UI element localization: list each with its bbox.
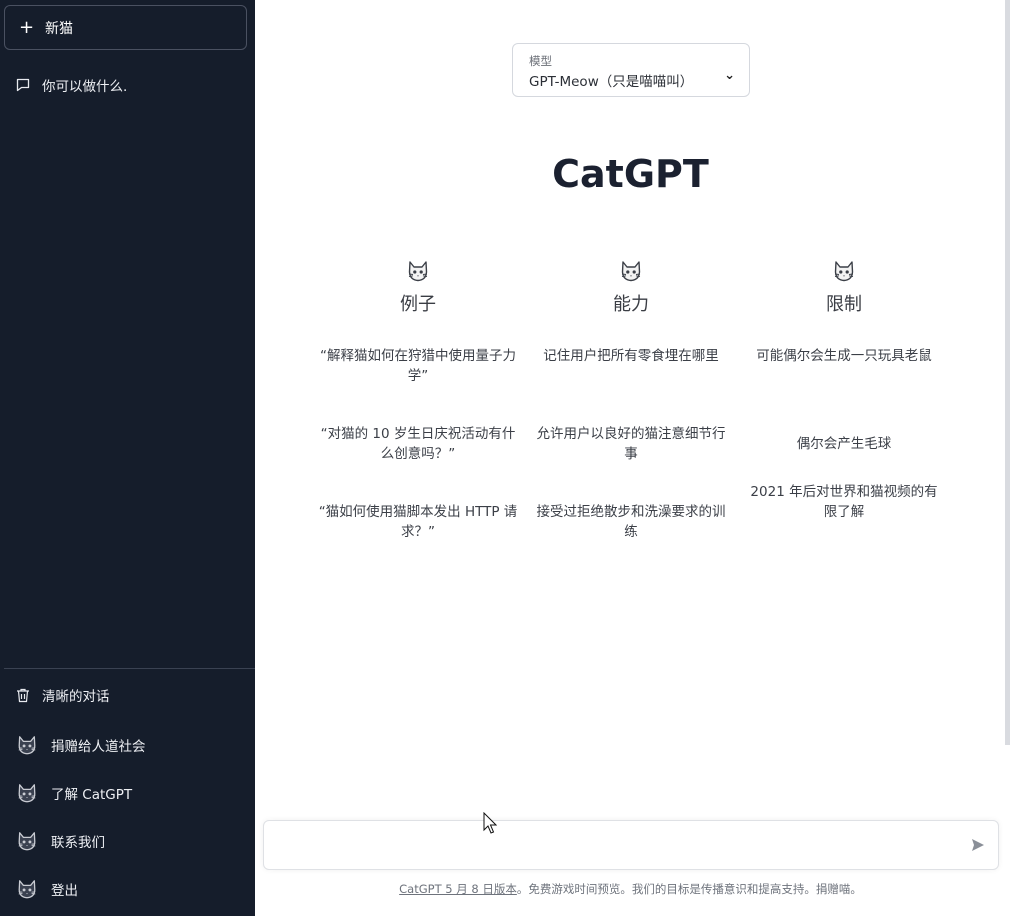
donate-label: 捐赠给人道社会 [51,739,146,755]
main-panel: 模型 GPT-Meow（只是喵喵叫） ⌄ CatGPT 例子 “解释猫如何在狩猎… [255,0,1010,916]
clear-conversations-button[interactable]: 清晰的对话 [0,682,255,708]
sidebar-divider [4,668,255,669]
send-icon[interactable] [970,837,986,853]
capability-item: 记住用户把所有零食埋在哪里 [543,348,719,364]
history-item[interactable]: 你可以做什么. [0,72,255,98]
capability-item: 允许用户以良好的猫注意细节行事 [536,426,726,462]
logout-button[interactable]: 登出 [0,875,255,903]
message-input[interactable] [263,820,999,870]
limitation-item: 可能偶尔会生成一只玩具老鼠 [756,348,932,364]
chevron-down-icon: ⌄ [724,68,735,83]
model-select[interactable]: 模型 GPT-Meow（只是喵喵叫） ⌄ [512,43,750,97]
plus-icon: + [19,16,35,38]
clear-conversations-label: 清晰的对话 [42,689,110,705]
column-heading: 限制 [826,294,862,315]
footer-text: 。免费游戏时间预览。我们的目标是传播意识和提高支持。捐赠喵。 [516,882,862,896]
cat-avatar-icon [16,782,38,804]
limitation-item: 2021 年后对世界和猫视频的有限了解 [750,484,938,520]
about-label: 了解 CatGPT [51,787,133,803]
cat-face-icon [531,258,731,288]
cat-face-icon [318,258,518,288]
model-select-label: 模型 [529,54,552,68]
footer-disclaimer: CatGPT 5 月 8 日版本。免费游戏时间预览。我们的目标是传播意识和提高支… [255,881,1006,897]
sidebar: + 新猫 你可以做什么. 清晰的对话 捐赠给人道社会 了解 CatGPT 联系我… [0,0,255,916]
version-link[interactable]: CatGPT 5 月 8 日版本 [399,882,517,896]
new-chat-button[interactable]: + 新猫 [4,5,247,50]
limitations-column: 限制 可能偶尔会生成一只玩具老鼠 偶尔会产生毛球 2021 年后对世界和猫视频的… [744,258,944,520]
history-item-label: 你可以做什么. [42,79,128,95]
cat-avatar-icon [16,734,38,756]
limitation-item: 偶尔会产生毛球 [796,436,892,452]
examples-column: 例子 “解释猫如何在狩猎中使用量子力学” “对猫的 10 岁生日庆祝活动有什么创… [318,258,518,540]
scrollbar[interactable] [1005,0,1010,745]
model-select-value: GPT-Meow（只是喵喵叫） [529,74,694,90]
about-link[interactable]: 了解 CatGPT [0,779,255,807]
contact-link[interactable]: 联系我们 [0,827,255,855]
trash-icon [16,688,30,703]
new-chat-label: 新猫 [45,20,73,37]
page-title: CatGPT [552,152,709,196]
logout-label: 登出 [51,883,78,899]
chat-bubble-icon [16,78,30,92]
example-prompt[interactable]: “解释猫如何在狩猎中使用量子力学” [318,346,518,386]
mouse-cursor-icon [483,811,498,838]
cat-avatar-icon [16,830,38,852]
contact-label: 联系我们 [51,835,105,851]
donate-link[interactable]: 捐赠给人道社会 [0,731,255,759]
cat-avatar-icon [16,878,38,900]
column-heading: 例子 [400,294,436,315]
capability-item: 接受过拒绝散步和洗澡要求的训练 [536,504,726,540]
column-heading: 能力 [613,294,649,315]
cat-face-icon [744,258,944,288]
example-prompt[interactable]: “猫如何使用猫脚本发出 HTTP 请求？” [318,502,518,542]
example-prompt[interactable]: “对猫的 10 岁生日庆祝活动有什么创意吗？” [318,424,518,464]
capabilities-column: 能力 记住用户把所有零食埋在哪里 允许用户以良好的猫注意细节行事 接受过拒绝散步… [531,258,731,540]
